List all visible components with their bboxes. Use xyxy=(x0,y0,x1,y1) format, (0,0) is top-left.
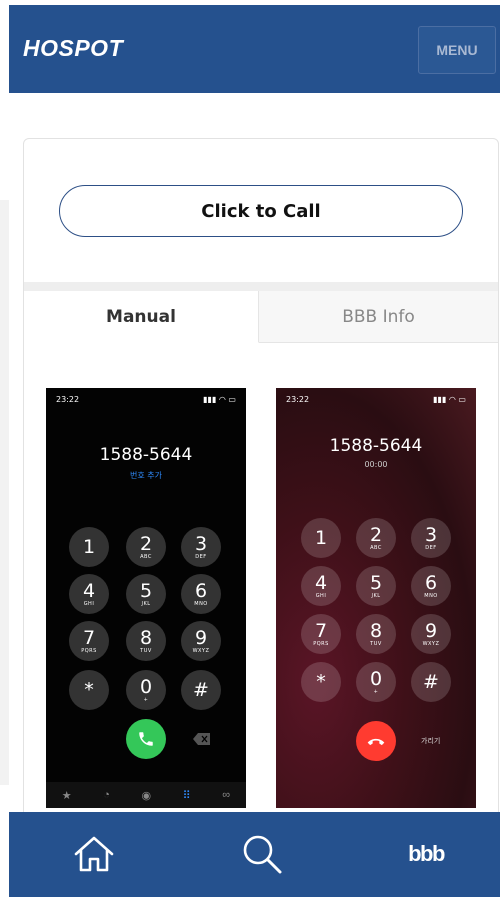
tab-bbb-info[interactable]: BBB Info xyxy=(259,291,498,343)
signal-battery-icon: ▮▮▮ ◠ ▭ xyxy=(433,395,466,404)
key-7: 7 PQRS xyxy=(69,621,109,661)
status-bar: 23:22 ▮▮▮ ◠ ▭ xyxy=(286,395,466,404)
key-8: 8 TUV xyxy=(126,621,166,661)
end-call-icon xyxy=(356,721,396,761)
status-bar: 23:22 ▮▮▮ ◠ ▭ xyxy=(56,395,236,404)
key-9: 9 WXYZ xyxy=(181,621,221,661)
key-hash: # xyxy=(411,662,451,702)
brand-logo[interactable]: HOSPOT xyxy=(23,35,123,62)
contacts-icon: ◉ xyxy=(141,789,152,802)
bottom-navigation: bbb xyxy=(9,812,500,897)
key-8: 8 TUV xyxy=(356,614,396,654)
dialed-number: 1588-5644 xyxy=(329,436,423,456)
key-2: 2 ABC xyxy=(356,518,396,558)
dialed-number: 1588-5644 xyxy=(99,445,193,465)
app-header: HOSPOT MENU xyxy=(9,5,500,93)
backspace-icon xyxy=(192,732,212,746)
key-7: 7 PQRS xyxy=(301,614,341,654)
status-time: 23:22 xyxy=(286,395,310,404)
key-3: 3 DEF xyxy=(411,518,451,558)
key-3: 3 DEF xyxy=(181,527,221,567)
phone-tab-bar: ★ ◔ ◉ ⠿ ∞ xyxy=(46,782,246,808)
content-card: Click to Call Manual BBB Info 23:22 ▮▮▮ … xyxy=(23,138,499,840)
key-6: 6 MNO xyxy=(181,574,221,614)
key-0: 0 + xyxy=(356,662,396,702)
signal-battery-icon: ▮▮▮ ◠ ▭ xyxy=(203,395,236,404)
voicemail-icon: ∞ xyxy=(222,789,231,801)
key-6: 6 MNO xyxy=(411,566,451,606)
status-time: 23:22 xyxy=(56,395,80,404)
key-star: * xyxy=(301,662,341,702)
key-2: 2 ABC xyxy=(126,527,166,567)
key-star: * xyxy=(69,670,109,710)
click-to-call-button[interactable]: Click to Call xyxy=(59,185,463,237)
hide-keypad-label: 가리기 xyxy=(421,737,441,745)
side-shadow xyxy=(0,200,9,785)
manual-image-calling: 23:22 ▮▮▮ ◠ ▭ 1588-5644 00:00 1 2 ABC 3 DE… xyxy=(276,388,476,808)
favorites-icon: ★ xyxy=(61,789,72,802)
key-5: 5 JKL xyxy=(356,566,396,606)
key-1: 1 xyxy=(301,518,341,558)
key-hash: # xyxy=(181,670,221,710)
key-5: 5 JKL xyxy=(126,574,166,614)
add-number-link: 번호 추가 xyxy=(130,471,162,480)
section-divider xyxy=(24,282,498,291)
menu-button[interactable]: MENU xyxy=(418,26,496,74)
call-phone-icon xyxy=(126,719,166,759)
key-4: 4 GHI xyxy=(301,566,341,606)
key-9: 9 WXYZ xyxy=(411,614,451,654)
key-1: 1 xyxy=(69,527,109,567)
call-timer: 00:00 xyxy=(364,460,388,469)
keypad-icon: ⠿ xyxy=(182,789,191,802)
bbb-link[interactable]: bbb xyxy=(401,832,451,876)
recents-icon: ◔ xyxy=(103,789,110,801)
tab-manual[interactable]: Manual xyxy=(24,291,259,343)
home-icon[interactable] xyxy=(69,832,119,876)
key-0: 0 + xyxy=(126,670,166,710)
search-icon[interactable] xyxy=(237,832,287,876)
key-4: 4 GHI xyxy=(69,574,109,614)
manual-image-dialer: 23:22 ▮▮▮ ◠ ▭ 1588-5644 번호 추가 1 2 ABC 3 DE… xyxy=(46,388,246,808)
